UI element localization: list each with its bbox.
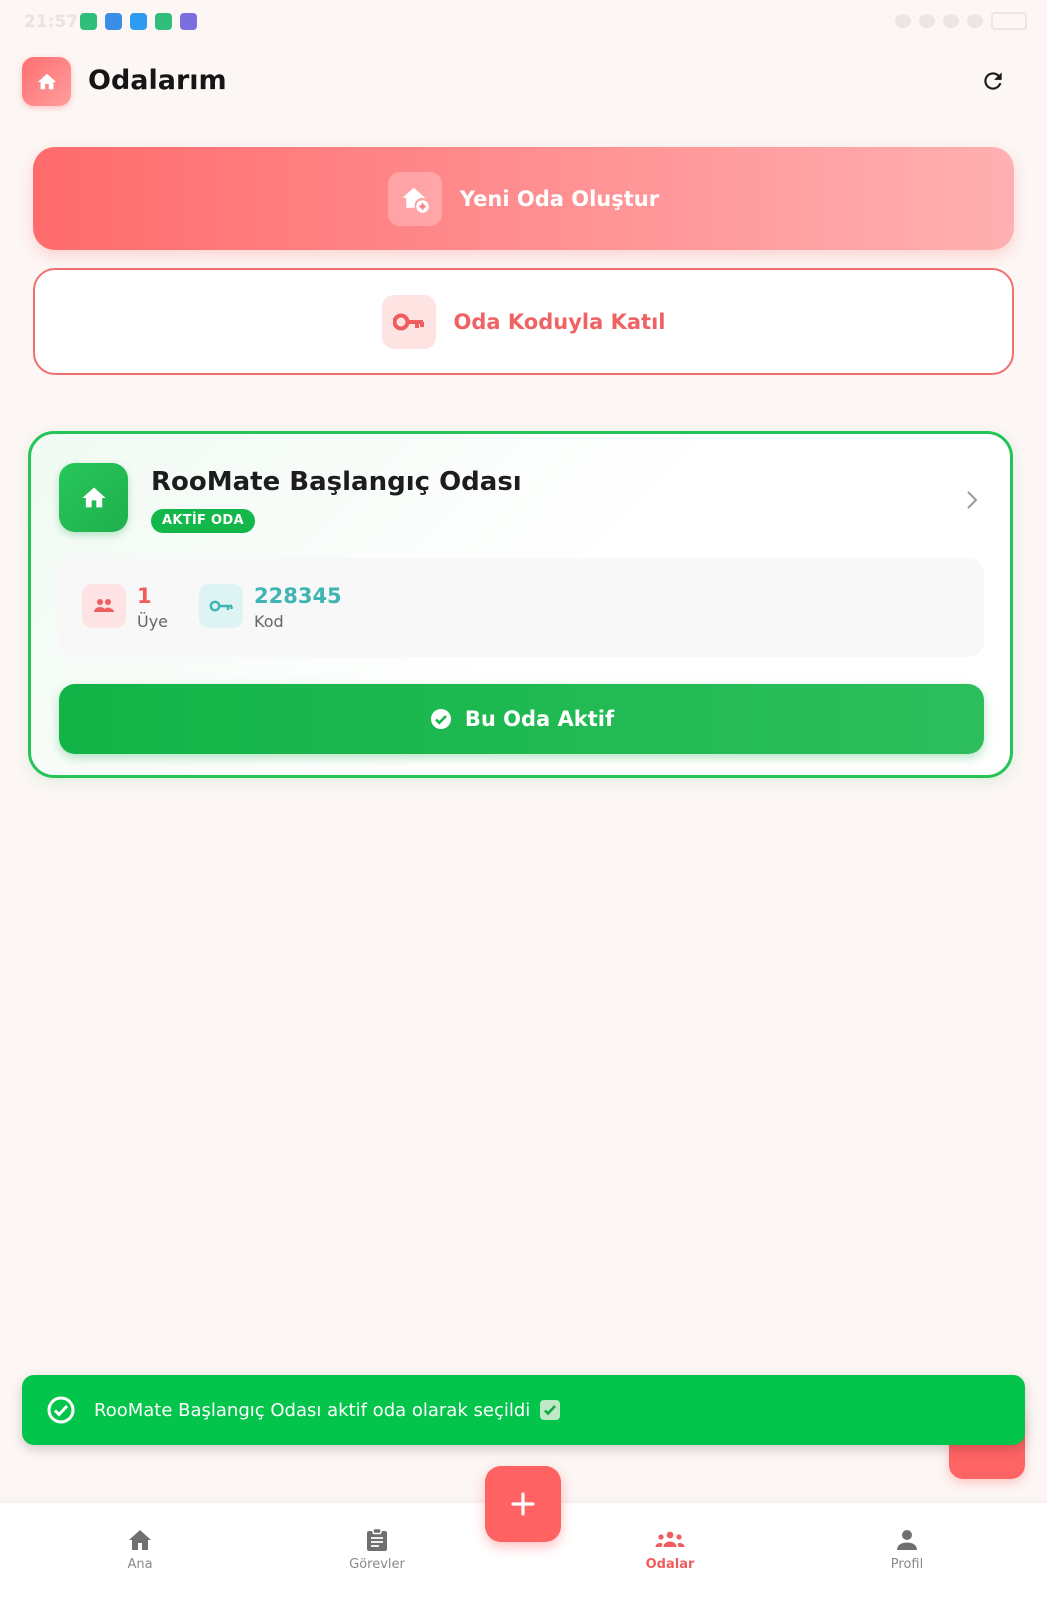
room-code: 228345 [254, 584, 342, 608]
nav-tasks-label: Görevler [349, 1557, 405, 1572]
home-add-icon [387, 171, 442, 226]
nav-profile-label: Profil [890, 1557, 924, 1572]
key-icon [199, 584, 243, 628]
app-notification-icon [180, 13, 197, 30]
system-indicators [895, 12, 1027, 30]
alarm-icon [895, 14, 911, 28]
members-count: 1 [137, 584, 152, 608]
create-room-button[interactable]: Yeni Oda Oluştur [33, 147, 1014, 250]
room-stats: 1 Üye 228345 Kod [59, 558, 984, 657]
room-card[interactable]: RooMate Başlangıç Odası AKTİF ODA 1 Üye … [28, 431, 1013, 778]
app-notification-icon [105, 13, 122, 30]
nav-item-tasks[interactable]: Görevler [307, 1527, 447, 1572]
clipboard-icon [307, 1527, 447, 1553]
person-icon [837, 1527, 977, 1553]
home-icon [59, 463, 128, 532]
status-app-icons [80, 13, 197, 30]
check-circle-icon [46, 1395, 76, 1425]
page-title: Odalarım [88, 65, 227, 96]
home-icon [70, 1527, 210, 1553]
active-room-label: Bu Oda Aktif [464, 707, 615, 731]
nav-item-home[interactable]: Ana [70, 1527, 210, 1572]
nav-rooms-label: Odalar [645, 1557, 695, 1572]
bluetooth-icon [919, 14, 935, 28]
refresh-icon[interactable] [977, 65, 1009, 97]
check-circle-icon [430, 709, 451, 729]
wifi-icon [943, 14, 959, 28]
status-bar: 21:57 [0, 0, 1047, 44]
app-notification-icon [130, 13, 147, 30]
check-mark-icon [540, 1400, 561, 1420]
join-room-button[interactable]: Oda Koduyla Katıl [33, 268, 1014, 375]
key-icon [381, 294, 436, 349]
room-name: RooMate Başlangıç Odası [151, 467, 522, 497]
app-header: Odalarım [0, 50, 1047, 116]
signal-icon [967, 14, 983, 28]
app-notification-icon [80, 13, 97, 30]
members-label: Üye [137, 612, 169, 631]
people-icon [82, 584, 126, 628]
plus-icon [511, 1492, 535, 1516]
status-time: 21:57 [24, 12, 79, 32]
create-room-label: Yeni Oda Oluştur [459, 186, 660, 211]
app-notification-icon [155, 13, 172, 30]
active-room-button[interactable]: Bu Oda Aktif [59, 684, 984, 754]
nav-item-rooms[interactable]: Odalar [600, 1527, 740, 1572]
toast-notification: RooMate Başlangıç Odası aktif oda olarak… [22, 1375, 1025, 1445]
nav-item-profile[interactable]: Profil [837, 1527, 977, 1572]
group-icon [600, 1527, 740, 1553]
add-fab-button[interactable] [485, 1466, 561, 1542]
nav-home-label: Ana [127, 1557, 153, 1572]
toast-message: RooMate Başlangıç Odası aktif oda olarak… [94, 1399, 531, 1421]
battery-icon [991, 12, 1027, 30]
home-icon [22, 57, 71, 106]
chevron-right-icon[interactable] [962, 488, 982, 512]
join-room-label: Oda Koduyla Katıl [453, 309, 666, 334]
room-code-label: Kod [254, 612, 284, 631]
status-badge: AKTİF ODA [151, 509, 255, 533]
